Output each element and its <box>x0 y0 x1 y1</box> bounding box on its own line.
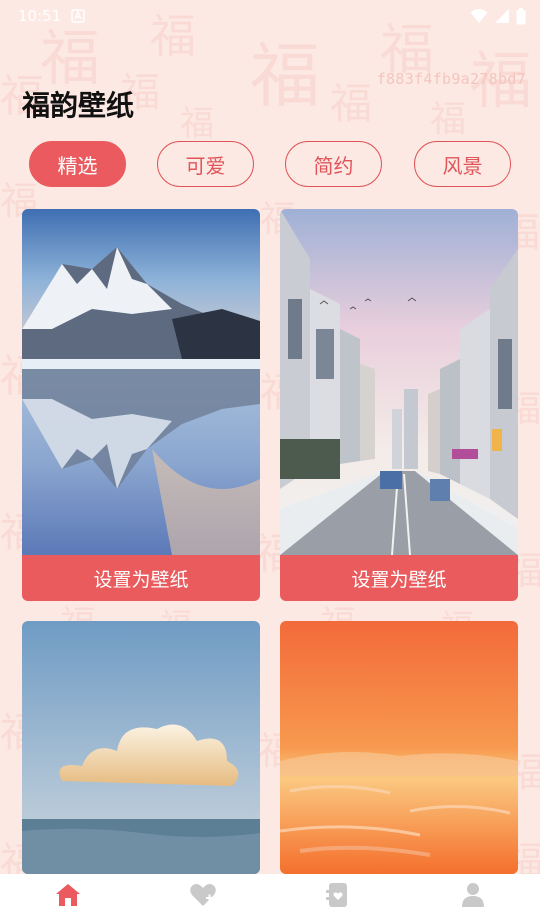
wifi-icon <box>470 8 488 24</box>
status-bar: 10:51 <box>0 0 540 32</box>
wallpaper-image-mountain-lake[interactable] <box>22 209 260 555</box>
set-wallpaper-label: 设置为壁纸 <box>93 568 189 591</box>
home-icon <box>55 882 81 912</box>
nav-favorites[interactable] <box>173 874 233 920</box>
wallpaper-card[interactable]: 设置为壁纸 <box>22 209 260 601</box>
tab-scenery[interactable]: 风景 <box>414 141 511 187</box>
tab-label: 简约 <box>313 153 354 178</box>
nav-profile[interactable] <box>443 874 503 920</box>
wallpaper-image-cloud-sea[interactable] <box>22 621 260 874</box>
tab-label: 风景 <box>442 153 483 178</box>
tab-simple[interactable]: 简约 <box>285 141 382 187</box>
user-icon <box>461 882 485 912</box>
signal-icon <box>494 8 510 24</box>
tab-label: 精选 <box>57 153 98 178</box>
bottom-nav <box>0 874 540 920</box>
set-wallpaper-button[interactable]: 设置为壁纸 <box>22 555 260 601</box>
battery-icon <box>516 7 526 25</box>
status-time: 10:51 <box>18 7 62 25</box>
hash-text: f883f4fb9a278bd7 <box>376 70 526 88</box>
tab-cute[interactable]: 可爱 <box>157 141 254 187</box>
set-wallpaper-label: 设置为壁纸 <box>351 568 447 591</box>
wallpaper-card[interactable] <box>280 621 518 874</box>
wallpaper-card[interactable]: 设置为壁纸 <box>280 209 518 601</box>
wallpaper-image-sunset-sea[interactable] <box>280 621 518 874</box>
category-tabs: 精选 可爱 简约 风景 <box>0 141 540 187</box>
nav-cards[interactable] <box>308 874 368 920</box>
tab-featured[interactable]: 精选 <box>29 141 126 187</box>
set-wallpaper-button[interactable]: 设置为壁纸 <box>280 555 518 601</box>
heart-icon <box>189 882 217 912</box>
page-title: 福韵壁纸 <box>22 89 135 122</box>
card-icon <box>325 882 350 912</box>
wallpaper-image-city-street[interactable] <box>280 209 518 555</box>
wallpaper-card[interactable] <box>22 621 260 874</box>
nav-home[interactable] <box>38 874 98 920</box>
notification-icon <box>71 9 86 23</box>
tab-label: 可爱 <box>185 153 226 178</box>
